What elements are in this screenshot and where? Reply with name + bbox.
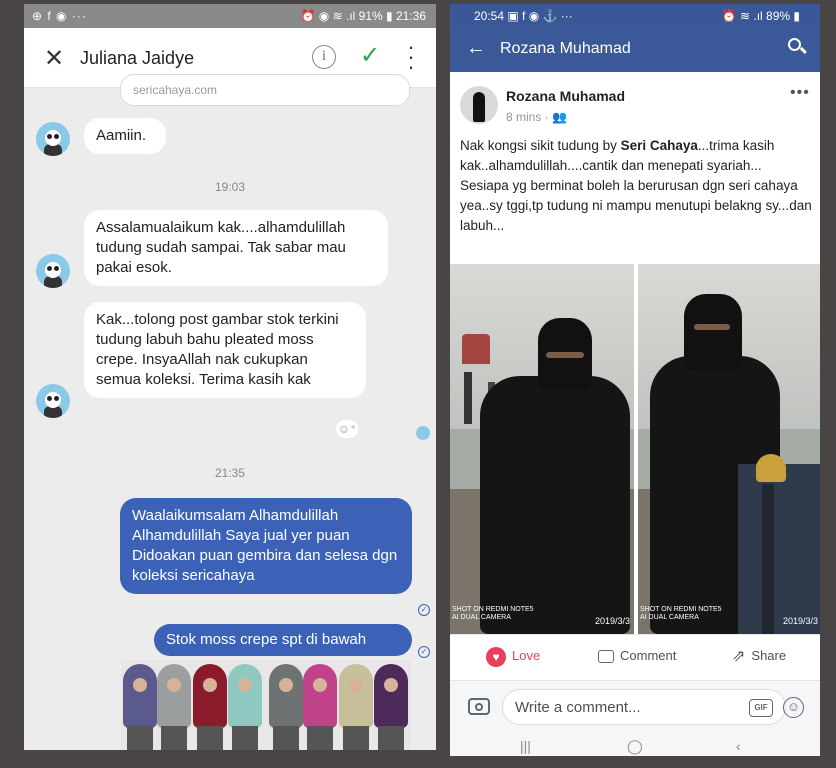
message-bubble-incoming[interactable]: Aamiin. (84, 118, 166, 154)
status-left-icons: ⊕ f ◉ ··· (32, 9, 87, 23)
post-meta: 8 mins · 👥 (506, 110, 567, 124)
comment-bar: Write a comment... GIF ☺ (450, 680, 820, 734)
heart-icon: ♥ (486, 646, 506, 667)
post-text: Nak kongsi sikit tudung by Seri Cahaya..… (460, 138, 812, 233)
post-photo-1[interactable]: SHOT ON REDMI NOTE5 AI DUAL CAMERA 2019/… (450, 264, 634, 634)
home-icon[interactable]: ◯ (627, 738, 643, 755)
photo-watermark: SHOT ON REDMI NOTE5 AI DUAL CAMERA (640, 606, 722, 621)
status-right-text: ⏰ ◉ ≋ .ıl 91% ▮ 21:36 (300, 9, 426, 23)
share-icon: ⇗ (732, 647, 746, 665)
timestamp: 21:35 (214, 466, 246, 480)
add-reaction-icon[interactable]: ☺⁺ (336, 420, 358, 438)
message-bubble-incoming[interactable]: Kak...tolong post gambar stok terkini tu… (84, 302, 366, 398)
recent-apps-icon[interactable]: ||| (520, 738, 531, 754)
comment-icon (598, 650, 614, 664)
link-preview-url: sericahaya.com (133, 83, 218, 97)
camera-icon[interactable] (468, 698, 490, 715)
contact-avatar[interactable] (36, 254, 70, 288)
status-bar: 20:54 ▣ f ◉ ⚓ ··· ⏰ ≋ .ıl 89% ▮ (450, 4, 820, 28)
check-icon[interactable]: ✓ (360, 41, 380, 70)
photo-date: 2019/3/3 (782, 616, 818, 626)
contact-avatar[interactable] (36, 122, 70, 156)
love-button[interactable]: ♥ Love (486, 644, 540, 668)
close-icon[interactable]: ✕ (42, 44, 66, 73)
back-arrow-icon[interactable]: ← (466, 37, 486, 60)
divider (450, 634, 820, 635)
stock-photo-left (121, 660, 265, 750)
search-icon[interactable] (788, 38, 807, 56)
comment-input[interactable]: Write a comment... GIF ☺ (502, 689, 804, 725)
delivered-icon: ✓ (418, 646, 430, 658)
post-options-icon[interactable]: ••• (790, 84, 810, 102)
page-title: Rozana Muhamad (500, 40, 631, 57)
photo-date: 2019/3/3 (594, 616, 630, 626)
status-bar: ⊕ f ◉ ··· ⏰ ◉ ≋ .ıl 91% ▮ 21:36 (24, 4, 436, 28)
messenger-screen: ⊕ f ◉ ··· ⏰ ◉ ≋ .ıl 91% ▮ 21:36 ✕ Julian… (24, 4, 436, 750)
gif-icon[interactable]: GIF (749, 699, 773, 717)
stock-photo-attachment[interactable] (121, 660, 411, 750)
emoji-icon[interactable]: ☺ (783, 697, 804, 718)
status-left-icons: 20:54 ▣ f ◉ ⚓ ··· (474, 9, 573, 23)
contact-name[interactable]: Juliana Jaidye (80, 48, 194, 69)
facebook-header: ← Rozana Muhamad (450, 28, 820, 72)
status-right-text: ⏰ ≋ .ıl 89% ▮ (721, 9, 800, 23)
android-nav-bar: ||| ◯ ‹ (450, 734, 820, 756)
timestamp: 19:03 (214, 180, 246, 194)
post-photo-2[interactable]: SHOT ON REDMI NOTE5 AI DUAL CAMERA 2019/… (638, 264, 820, 634)
photo-watermark: SHOT ON REDMI NOTE5 AI DUAL CAMERA (452, 606, 534, 621)
message-bubble-outgoing[interactable]: Stok moss crepe spt di bawah (154, 624, 412, 656)
link-preview[interactable]: sericahaya.com (120, 74, 410, 106)
contact-avatar[interactable] (36, 384, 70, 418)
info-icon[interactable]: i (312, 45, 336, 69)
delivered-icon: ✓ (418, 604, 430, 616)
author-avatar[interactable] (460, 86, 498, 124)
seen-avatar (416, 426, 430, 440)
share-button[interactable]: ⇗ Share (732, 644, 786, 668)
comment-button[interactable]: Comment (598, 644, 676, 668)
post-author[interactable]: Rozana Muhamad (506, 88, 625, 104)
comment-placeholder: Write a comment... (515, 699, 641, 716)
back-icon[interactable]: ‹ (736, 738, 741, 754)
more-options-icon[interactable]: · · · (406, 36, 416, 78)
message-bubble-incoming[interactable]: Assalamualaikum kak....alhamdulillah tud… (84, 210, 388, 286)
message-bubble-outgoing[interactable]: Waalaikumsalam Alhamdulillah Alhamdulill… (120, 498, 412, 594)
stock-photo-right (267, 660, 411, 750)
facebook-screen: 20:54 ▣ f ◉ ⚓ ··· ⏰ ≋ .ıl 89% ▮ ← Rozana… (450, 4, 820, 756)
